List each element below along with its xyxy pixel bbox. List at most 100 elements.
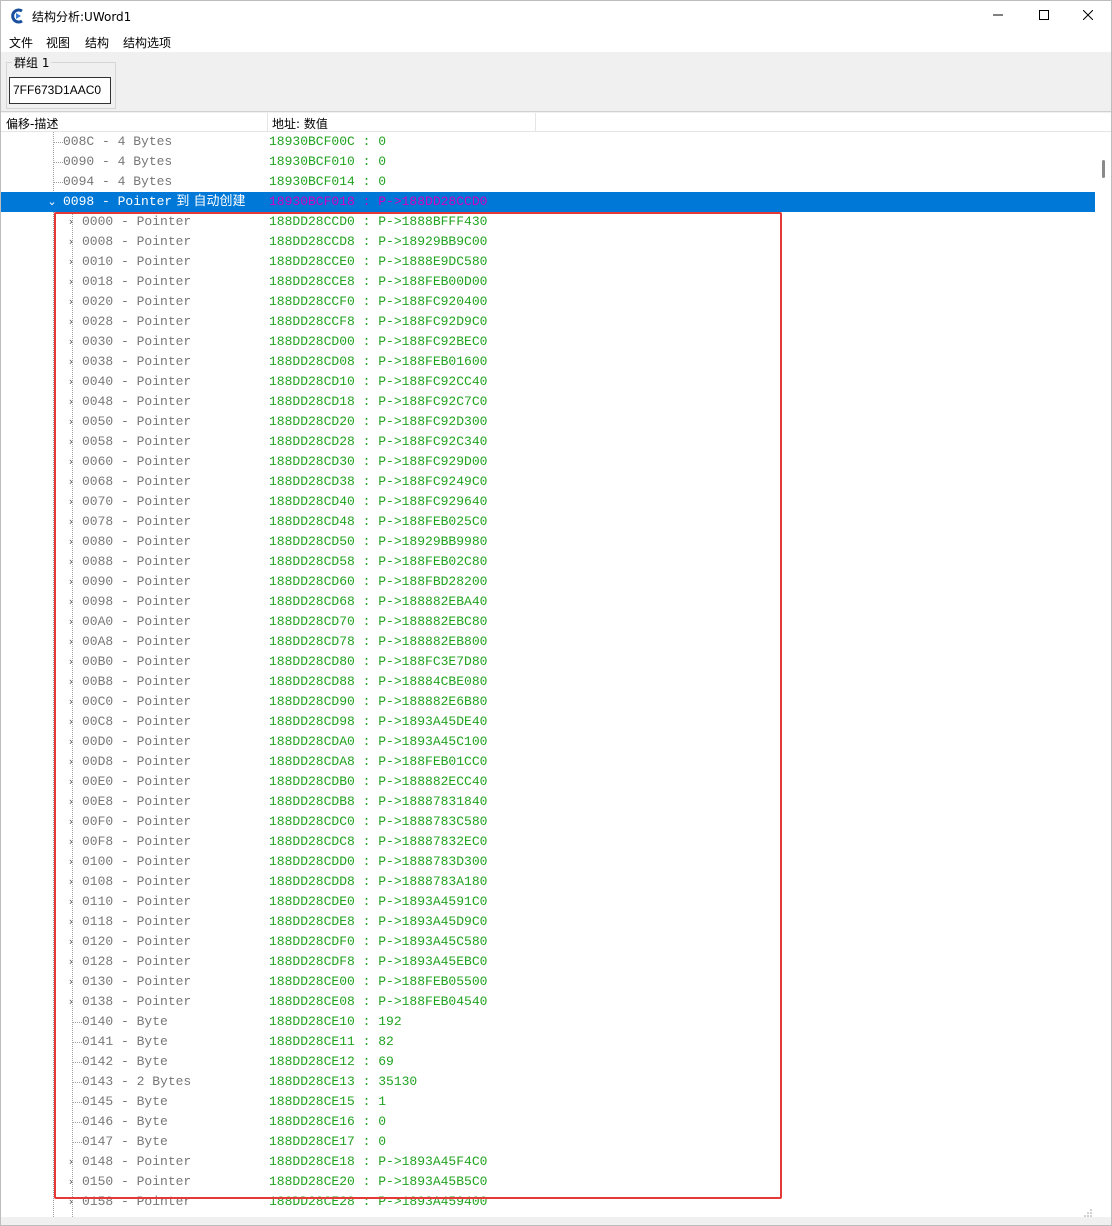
chevron-right-icon[interactable]: › xyxy=(66,992,76,1012)
tree-row[interactable]: › 0078 - Pointer 188DD28CD48 : P->188FEB02… xyxy=(1,512,1095,532)
chevron-right-icon[interactable]: › xyxy=(66,1172,76,1192)
tree-row[interactable]: 0145 - Byte 188DD28CE15 : 1 xyxy=(1,1092,1095,1112)
chevron-right-icon[interactable]: › xyxy=(66,892,76,912)
resize-grip-icon[interactable] xyxy=(1083,1207,1093,1217)
chevron-right-icon[interactable]: › xyxy=(66,692,76,712)
chevron-right-icon[interactable]: › xyxy=(66,752,76,772)
tree-row[interactable]: › 00E0 - Pointer 188DD28CDB0 : P->188882EC… xyxy=(1,772,1095,792)
tree-row[interactable]: › 0108 - Pointer 188DD28CDD8 : P->1888783A… xyxy=(1,872,1095,892)
tree-row[interactable]: › 0000 - Pointer 188DD28CCD0 : P->1888BFFF… xyxy=(1,212,1095,232)
chevron-right-icon[interactable]: › xyxy=(66,512,76,532)
tree-row[interactable]: › 0070 - Pointer 188DD28CD40 : P->188FC929… xyxy=(1,492,1095,512)
chevron-right-icon[interactable]: › xyxy=(66,872,76,892)
chevron-right-icon[interactable]: › xyxy=(66,812,76,832)
menu-view[interactable]: 视图 xyxy=(46,34,70,51)
tree-row[interactable]: 0090 - 4 Bytes 18930BCF010 : 0 xyxy=(1,152,1095,172)
structure-tree[interactable]: 008C - 4 Bytes 18930BCF00C : 0 0090 - 4 By… xyxy=(1,132,1095,1217)
tree-row[interactable]: › 00F8 - Pointer 188DD28CDC8 : P->18887832… xyxy=(1,832,1095,852)
title-bar[interactable]: 结构分析:UWord1 xyxy=(1,1,1111,31)
tree-row[interactable]: › 0128 - Pointer 188DD28CDF8 : P->1893A45E… xyxy=(1,952,1095,972)
close-button[interactable] xyxy=(1065,1,1111,31)
chevron-right-icon[interactable]: › xyxy=(66,392,76,412)
chevron-right-icon[interactable]: › xyxy=(66,672,76,692)
tree-row[interactable]: › 00B0 - Pointer 188DD28CD80 : P->188FC3E7… xyxy=(1,652,1095,672)
tree-row[interactable]: › 0048 - Pointer 188DD28CD18 : P->188FC92C… xyxy=(1,392,1095,412)
tree-row[interactable]: › 00E8 - Pointer 188DD28CDB8 : P->18887831… xyxy=(1,792,1095,812)
tree-row[interactable]: 0142 - Byte 188DD28CE12 : 69 xyxy=(1,1052,1095,1072)
tree-row[interactable]: › 0040 - Pointer 188DD28CD10 : P->188FC92C… xyxy=(1,372,1095,392)
chevron-right-icon[interactable]: › xyxy=(66,712,76,732)
tree-row[interactable]: › 0098 - Pointer 188DD28CD68 : P->188882EB… xyxy=(1,592,1095,612)
tree-row[interactable]: › 00C0 - Pointer 188DD28CD90 : P->188882E6… xyxy=(1,692,1095,712)
chevron-right-icon[interactable]: › xyxy=(66,912,76,932)
tree-row[interactable]: 0140 - Byte 188DD28CE10 : 192 xyxy=(1,1012,1095,1032)
tree-row[interactable]: › 0130 - Pointer 188DD28CE00 : P->188FEB05… xyxy=(1,972,1095,992)
group-address-field[interactable]: 7FF673D1AAC0 xyxy=(9,77,111,104)
tree-row[interactable]: › 00B8 - Pointer 188DD28CD88 : P->18884CBE… xyxy=(1,672,1095,692)
tree-row[interactable]: › 00D0 - Pointer 188DD28CDA0 : P->1893A45C… xyxy=(1,732,1095,752)
chevron-right-icon[interactable]: › xyxy=(66,572,76,592)
chevron-right-icon[interactable]: › xyxy=(66,772,76,792)
tree-row[interactable]: › 0008 - Pointer 188DD28CCD8 : P->18929BB9… xyxy=(1,232,1095,252)
chevron-right-icon[interactable]: › xyxy=(66,612,76,632)
chevron-right-icon[interactable]: › xyxy=(66,492,76,512)
chevron-right-icon[interactable]: › xyxy=(66,972,76,992)
chevron-right-icon[interactable]: › xyxy=(66,212,76,232)
menu-structure[interactable]: 结构 xyxy=(85,34,109,51)
chevron-right-icon[interactable]: › xyxy=(66,1152,76,1172)
tree-row[interactable]: 0094 - 4 Bytes 18930BCF014 : 0 xyxy=(1,172,1095,192)
chevron-right-icon[interactable]: › xyxy=(66,1192,76,1212)
tree-row[interactable]: › 0050 - Pointer 188DD28CD20 : P->188FC92D… xyxy=(1,412,1095,432)
chevron-right-icon[interactable]: › xyxy=(66,232,76,252)
tree-row[interactable]: › 0150 - Pointer 188DD28CE20 : P->1893A45B… xyxy=(1,1172,1095,1192)
tree-row[interactable]: › 0148 - Pointer 188DD28CE18 : P->1893A45F… xyxy=(1,1152,1095,1172)
chevron-right-icon[interactable]: › xyxy=(66,272,76,292)
chevron-right-icon[interactable]: › xyxy=(66,632,76,652)
menu-file[interactable]: 文件 xyxy=(9,34,33,51)
minimize-button[interactable] xyxy=(975,1,1021,31)
tree-row[interactable]: › 0090 - Pointer 188DD28CD60 : P->188FBD28… xyxy=(1,572,1095,592)
chevron-right-icon[interactable]: › xyxy=(66,452,76,472)
tree-row[interactable]: › 0038 - Pointer 188DD28CD08 : P->188FEB01… xyxy=(1,352,1095,372)
tree-row[interactable]: › 0058 - Pointer 188DD28CD28 : P->188FC92C… xyxy=(1,432,1095,452)
tree-row[interactable]: › 0100 - Pointer 188DD28CDD0 : P->1888783D… xyxy=(1,852,1095,872)
tree-row[interactable]: › 00C8 - Pointer 188DD28CD98 : P->1893A45D… xyxy=(1,712,1095,732)
header-address-value[interactable]: 地址: 数值 xyxy=(272,115,328,132)
chevron-down-icon[interactable]: ⌄ xyxy=(47,192,57,212)
tree-row[interactable]: 0141 - Byte 188DD28CE11 : 82 xyxy=(1,1032,1095,1052)
chevron-right-icon[interactable]: › xyxy=(66,852,76,872)
tree-row[interactable]: 0143 - 2 Bytes 188DD28CE13 : 35130 xyxy=(1,1072,1095,1092)
tree-row[interactable]: › 0010 - Pointer 188DD28CCE0 : P->1888E9DC… xyxy=(1,252,1095,272)
chevron-right-icon[interactable]: › xyxy=(66,792,76,812)
tree-row[interactable]: › 0020 - Pointer 188DD28CCF0 : P->188FC920… xyxy=(1,292,1095,312)
chevron-right-icon[interactable]: › xyxy=(66,592,76,612)
tree-row[interactable]: › 0120 - Pointer 188DD28CDF0 : P->1893A45C… xyxy=(1,932,1095,952)
chevron-right-icon[interactable]: › xyxy=(66,352,76,372)
scrollbar-thumb[interactable] xyxy=(1102,160,1105,178)
tree-row[interactable]: › 0030 - Pointer 188DD28CD00 : P->188FC92B… xyxy=(1,332,1095,352)
chevron-right-icon[interactable]: › xyxy=(66,652,76,672)
header-offset-description[interactable]: 偏移-描述 xyxy=(6,115,58,132)
tree-row[interactable]: › 00F0 - Pointer 188DD28CDC0 : P->1888783C… xyxy=(1,812,1095,832)
tree-row[interactable]: › 00D8 - Pointer 188DD28CDA8 : P->188FEB01… xyxy=(1,752,1095,772)
maximize-button[interactable] xyxy=(1021,1,1067,31)
chevron-right-icon[interactable]: › xyxy=(66,332,76,352)
chevron-right-icon[interactable]: › xyxy=(66,932,76,952)
chevron-right-icon[interactable]: › xyxy=(66,432,76,452)
chevron-right-icon[interactable]: › xyxy=(66,732,76,752)
chevron-right-icon[interactable]: › xyxy=(66,472,76,492)
tree-row[interactable]: › 0110 - Pointer 188DD28CDE0 : P->1893A459… xyxy=(1,892,1095,912)
tree-row[interactable]: › 0080 - Pointer 188DD28CD50 : P->18929BB9… xyxy=(1,532,1095,552)
tree-row[interactable]: › 0088 - Pointer 188DD28CD58 : P->188FEB02… xyxy=(1,552,1095,572)
tree-row[interactable]: 0147 - Byte 188DD28CE17 : 0 xyxy=(1,1132,1095,1152)
chevron-right-icon[interactable]: › xyxy=(66,552,76,572)
header-divider[interactable] xyxy=(267,113,268,132)
tree-row[interactable]: › 0158 - Pointer 188DD28CE28 : P->1893A459… xyxy=(1,1192,1095,1212)
tree-row[interactable]: › 0068 - Pointer 188DD28CD38 : P->188FC924… xyxy=(1,472,1095,492)
chevron-right-icon[interactable]: › xyxy=(66,252,76,272)
chevron-right-icon[interactable]: › xyxy=(66,832,76,852)
chevron-right-icon[interactable]: › xyxy=(66,532,76,552)
chevron-right-icon[interactable]: › xyxy=(66,292,76,312)
header-divider[interactable] xyxy=(535,113,536,132)
tree-row[interactable]: › 0138 - Pointer 188DD28CE08 : P->188FEB04… xyxy=(1,992,1095,1012)
